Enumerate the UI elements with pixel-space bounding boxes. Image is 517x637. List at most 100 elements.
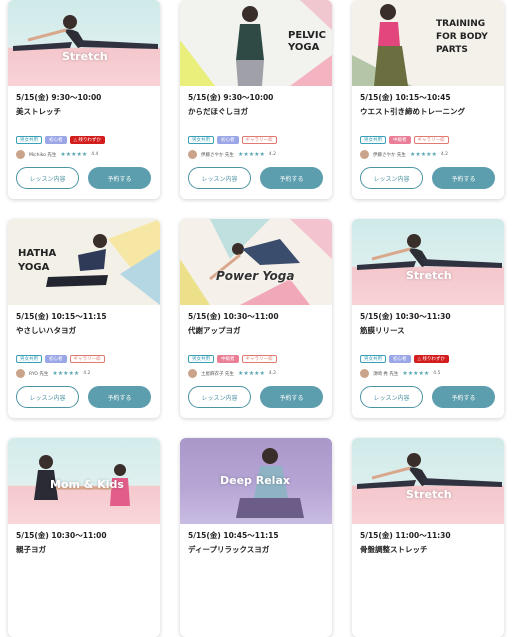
instructor-name: 伊藤さやか 先生 — [373, 152, 406, 158]
lesson-name: やさしいハタヨガ — [16, 326, 76, 335]
thumbnail-title: Mom & Kids — [50, 478, 124, 491]
instructor-name: 須崎 秀 先生 — [373, 371, 399, 377]
lesson-date: 5/15(金) 11:00～11:30 — [360, 531, 451, 540]
lesson-card[interactable]: Stretch 5/15(金) 11:00～11:30 骨盤調整ストレッチ — [352, 438, 504, 637]
tag-availability: △ 残りわずか — [69, 136, 105, 144]
tag-availability: △ 残りわずか — [413, 355, 449, 363]
lesson-card[interactable]: PELVIC YOGA 5/15(金) 9:30～10:00 からだほぐしヨガ … — [180, 0, 332, 199]
lesson-detail-button[interactable]: レッスン内容 — [16, 386, 79, 408]
lesson-thumbnail[interactable]: Stretch — [352, 219, 504, 305]
instructor-name: 伊藤さやか 先生 — [201, 152, 234, 158]
lesson-thumbnail[interactable]: Stretch — [352, 438, 504, 524]
lesson-date: 5/15(金) 10:30～11:00 — [16, 531, 107, 540]
instructor-row: 土屋麻衣子 先生 ★★★★★ 4.2 — [188, 369, 276, 378]
lesson-thumbnail[interactable]: Mom & Kids — [8, 438, 160, 524]
lesson-name: 親子ヨガ — [16, 545, 46, 554]
tag-gender: 男女共用 — [16, 355, 42, 363]
reserve-button[interactable]: 予約する — [432, 386, 495, 408]
rating-stars-icon: ★★★★★ — [52, 370, 80, 377]
lesson-thumbnail[interactable]: TRAINING FOR BODY PARTS — [352, 0, 504, 86]
tag-level: 初心者 — [45, 355, 67, 363]
lesson-date: 5/15(金) 9:30～10:00 — [188, 93, 274, 102]
lesson-card[interactable]: TRAINING FOR BODY PARTS 5/15(金) 10:15～10… — [352, 0, 504, 199]
reserve-button[interactable]: 予約する — [432, 167, 495, 189]
lesson-name: からだほぐしヨガ — [188, 107, 248, 116]
tag-gender: 男女共用 — [360, 136, 386, 144]
tag-list: 男女共用 初心者 △ 残りわずか — [360, 355, 449, 363]
lesson-detail-button[interactable]: レッスン内容 — [188, 386, 251, 408]
instructor-row: RYO 先生 ★★★★★ 4.2 — [16, 369, 90, 378]
reserve-button[interactable]: 予約する — [88, 167, 151, 189]
stretch-figure-icon — [357, 234, 502, 270]
reserve-button[interactable]: 予約する — [260, 386, 323, 408]
lesson-date: 5/15(金) 10:15～10:45 — [360, 93, 451, 102]
tag-gallery: ギャラリー枠 — [241, 355, 277, 363]
instructor-name: 土屋麻衣子 先生 — [201, 371, 234, 377]
thumbnail-title: TRAINING FOR BODY PARTS — [436, 19, 488, 55]
avatar — [360, 150, 369, 159]
lesson-detail-button[interactable]: レッスン内容 — [360, 167, 423, 189]
lesson-detail-button[interactable]: レッスン内容 — [16, 167, 79, 189]
tag-level: 中級者 — [389, 136, 411, 144]
lesson-card[interactable]: Stretch 5/15(金) 9:30～10:00 美ストレッチ 男女共用 初… — [8, 0, 160, 199]
lesson-card[interactable]: HATHA YOGA 5/15(金) 10:15～11:15 やさしいハタヨガ … — [8, 219, 160, 418]
avatar — [360, 369, 369, 378]
tag-level: 初心者 — [217, 136, 239, 144]
reserve-button[interactable]: 予約する — [88, 386, 151, 408]
lesson-date: 5/15(金) 10:30～11:00 — [188, 312, 279, 321]
thumbnail-title: Stretch — [62, 50, 108, 63]
reserve-button[interactable]: 予約する — [260, 167, 323, 189]
avatar — [16, 150, 25, 159]
tag-list: 男女共用 中級者 ギャラリー枠 — [188, 355, 277, 363]
lesson-card[interactable]: Power Yoga 5/15(金) 10:30～11:00 代謝アップヨガ 男… — [180, 219, 332, 418]
avatar — [188, 150, 197, 159]
tag-gender: 男女共用 — [188, 136, 214, 144]
tag-gallery: ギャラリー枠 — [413, 136, 449, 144]
tag-list: 男女共用 初心者 ギャラリー枠 — [188, 136, 277, 144]
lesson-thumbnail[interactable]: PELVIC YOGA — [180, 0, 332, 86]
lesson-date: 5/15(金) 9:30～10:00 — [16, 93, 102, 102]
tag-gender: 男女共用 — [188, 355, 214, 363]
tag-gender: 男女共用 — [16, 136, 42, 144]
stretch-figure-icon — [357, 453, 502, 489]
lesson-name: ディープリラックスヨガ — [188, 545, 270, 554]
lesson-detail-button[interactable]: レッスン内容 — [188, 167, 251, 189]
lesson-thumbnail[interactable]: Stretch — [8, 0, 160, 86]
lesson-date: 5/15(金) 10:15～11:15 — [16, 312, 107, 321]
lesson-grid: Stretch 5/15(金) 9:30～10:00 美ストレッチ 男女共用 初… — [0, 0, 517, 637]
tag-gender: 男女共用 — [360, 355, 386, 363]
thumbnail-title: Stretch — [406, 269, 452, 282]
lesson-card[interactable]: Stretch 5/15(金) 10:30～11:30 筋膜リリース 男女共用 … — [352, 219, 504, 418]
lesson-thumbnail[interactable]: Deep Relax — [180, 438, 332, 524]
lesson-name: 美ストレッチ — [16, 107, 61, 116]
instructor-row: Michiko 先生 ★★★★★ 4.4 — [16, 150, 98, 159]
tag-list: 男女共用 初心者 △ 残りわずか — [16, 136, 105, 144]
instructor-name: Michiko 先生 — [29, 152, 57, 158]
rating-stars-icon: ★★★★★ — [409, 151, 437, 158]
avatar — [16, 369, 25, 378]
rating-value: 4.2 — [83, 371, 91, 376]
rating-value: 4.4 — [91, 152, 99, 157]
lesson-card[interactable]: Mom & Kids 5/15(金) 10:30～11:00 親子ヨガ — [8, 438, 160, 637]
lesson-name: 筋膜リリース — [360, 326, 405, 335]
instructor-row: 伊藤さやか 先生 ★★★★★ 4.2 — [188, 150, 276, 159]
rating-value: 4.5 — [433, 371, 441, 376]
tag-list: 男女共用 中級者 ギャラリー枠 — [360, 136, 449, 144]
instructor-row: 須崎 秀 先生 ★★★★★ 4.5 — [360, 369, 440, 378]
lesson-date: 5/15(金) 10:30～11:30 — [360, 312, 451, 321]
rating-value: 4.2 — [268, 152, 277, 157]
rating-stars-icon: ★★★★★ — [60, 151, 88, 158]
stretch-figure-icon — [13, 15, 158, 51]
lesson-thumbnail[interactable]: Power Yoga — [180, 219, 332, 305]
instructor-name: RYO 先生 — [29, 371, 49, 377]
rating-stars-icon: ★★★★★ — [402, 370, 430, 377]
thumbnail-title: PELVIC YOGA — [288, 30, 326, 53]
tag-gallery: ギャラリー枠 — [69, 355, 105, 363]
lesson-card[interactable]: Deep Relax 5/15(金) 10:45～11:15 ディープリラックス… — [180, 438, 332, 637]
lesson-name: ウエスト引き締めトレーニング — [360, 107, 465, 116]
thumbnail-title: Power Yoga — [216, 269, 295, 283]
lesson-detail-button[interactable]: レッスン内容 — [360, 386, 423, 408]
rating-value: 4.2 — [268, 371, 277, 376]
tag-level: 初心者 — [389, 355, 411, 363]
lesson-thumbnail[interactable]: HATHA YOGA — [8, 219, 160, 305]
